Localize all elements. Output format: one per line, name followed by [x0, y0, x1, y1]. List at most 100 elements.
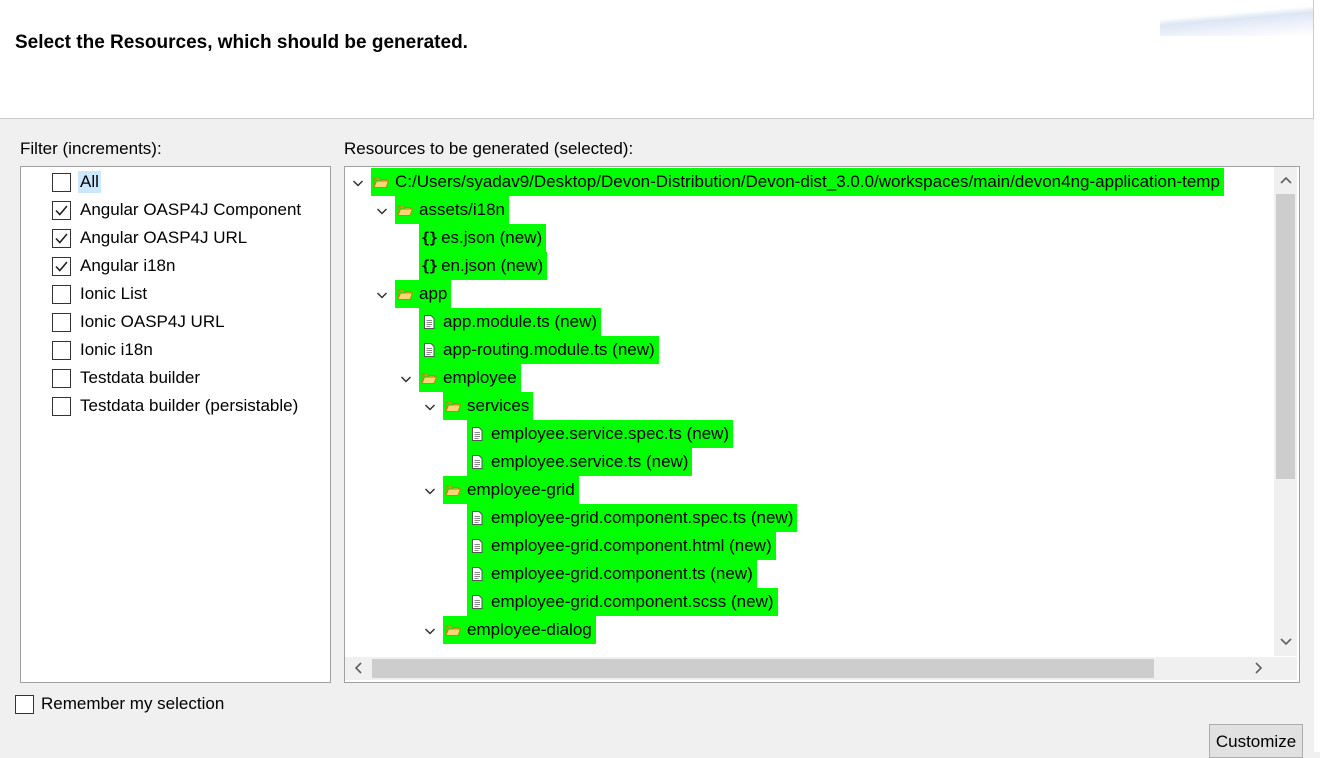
scroll-left-arrow-icon[interactable] — [352, 661, 366, 675]
tree-node[interactable]: {} es.json (new) — [419, 224, 547, 252]
tree-node[interactable]: employee-grid.component.scss (new) — [467, 588, 778, 616]
collapse-chevron-icon[interactable] — [375, 287, 389, 307]
scroll-corner — [1274, 657, 1297, 680]
resources-label: Resources to be generated (selected): — [344, 139, 634, 158]
filter-checkbox[interactable] — [52, 396, 71, 416]
remember-selection-label: Remember my selection — [41, 694, 225, 713]
filter-item-label: Ionic OASP4J URL — [80, 312, 225, 331]
filter-item-label: Angular i18n — [80, 256, 176, 275]
collapse-chevron-icon[interactable] — [375, 203, 389, 223]
resource-tree[interactable]: C:/Users/syadav9/Desktop/Devon-Distribut… — [344, 166, 1300, 683]
tree-node[interactable]: employee.service.spec.ts (new) — [467, 420, 734, 448]
tree-node[interactable]: employee-dialog — [443, 616, 596, 644]
tree-node-label: es.json (new) — [441, 228, 543, 247]
filter-item[interactable]: Angular i18n — [52, 254, 177, 278]
file-icon — [472, 567, 483, 581]
tree-node[interactable]: C:/Users/syadav9/Desktop/Devon-Distribut… — [371, 168, 1224, 196]
tree-node-label: en.json (new) — [441, 256, 544, 275]
tree-node[interactable]: services — [443, 392, 534, 420]
filter-checkbox[interactable] — [52, 284, 71, 304]
tree-node[interactable]: employee-grid.component.html (new) — [467, 532, 776, 560]
collapse-chevron-icon[interactable] — [423, 483, 437, 503]
tree-node-label: assets/i18n — [419, 200, 505, 219]
filter-item-label: Ionic i18n — [80, 340, 153, 359]
json-file-icon: {} — [421, 257, 438, 275]
folder-open-icon — [445, 625, 461, 636]
scroll-up-arrow-icon[interactable] — [1279, 174, 1293, 188]
filter-checkbox[interactable] — [52, 256, 71, 276]
file-icon — [424, 315, 435, 329]
page-title: Select the Resources, which should be ge… — [15, 32, 468, 53]
horizontal-scroll-thumb[interactable] — [372, 659, 1154, 678]
folder-open-icon — [445, 485, 461, 496]
filter-item[interactable]: Testdata builder — [52, 366, 202, 390]
customize-button[interactable]: Customize — [1209, 724, 1303, 758]
window-edge — [1314, 0, 1320, 752]
file-icon — [472, 511, 483, 525]
checkmark-icon — [55, 204, 68, 216]
tree-node-label: employee.service.ts (new) — [491, 452, 689, 471]
file-icon — [472, 455, 483, 469]
tree-node-label: employee.service.spec.ts (new) — [491, 424, 730, 443]
folder-open-icon — [421, 373, 437, 384]
filter-list[interactable]: All Angular OASP4J Component Angular OASP4… — [20, 166, 331, 683]
tree-node-label: app — [419, 284, 448, 303]
tree-node[interactable]: employee — [419, 364, 521, 392]
file-icon — [424, 343, 435, 357]
filter-item[interactable]: All — [52, 170, 101, 194]
filter-item-label: Testdata builder — [80, 368, 201, 387]
tree-node-label: employee-dialog — [467, 620, 592, 639]
filter-checkbox[interactable] — [52, 228, 71, 248]
tree-node-label: services — [467, 396, 530, 415]
collapse-chevron-icon[interactable] — [351, 175, 365, 195]
filter-item-label: All — [78, 171, 101, 193]
file-icon — [472, 539, 483, 553]
collapse-chevron-icon[interactable] — [423, 399, 437, 419]
filter-item[interactable]: Testdata builder (persistable) — [52, 394, 300, 418]
filter-checkbox[interactable] — [52, 172, 71, 192]
tree-node-label: employee-grid.component.scss (new) — [491, 592, 774, 611]
filter-checkbox[interactable] — [52, 312, 71, 332]
tree-node-label: C:/Users/syadav9/Desktop/Devon-Distribut… — [395, 172, 1220, 191]
scroll-right-arrow-icon[interactable] — [1251, 661, 1265, 675]
filter-checkbox[interactable] — [52, 340, 71, 360]
checkmark-icon — [55, 232, 68, 244]
filter-item-label: Angular OASP4J Component — [80, 200, 302, 219]
tree-node-label: app.module.ts (new) — [443, 312, 598, 331]
tree-node[interactable]: app — [395, 280, 452, 308]
tree-node[interactable]: assets/i18n — [395, 196, 509, 224]
folder-open-icon — [397, 289, 413, 300]
filter-item-label: Testdata builder (persistable) — [80, 396, 299, 415]
checkmark-icon — [55, 260, 68, 272]
filter-item[interactable]: Angular OASP4J Component — [52, 198, 303, 222]
filter-item-label: Angular OASP4J URL — [80, 228, 248, 247]
tree-node-label: employee-grid.component.ts (new) — [491, 564, 753, 583]
folder-open-icon — [397, 205, 413, 216]
filter-checkbox[interactable] — [52, 200, 71, 220]
remember-selection-checkbox[interactable]: Remember my selection — [15, 694, 224, 714]
collapse-chevron-icon[interactable] — [399, 371, 413, 391]
filter-item[interactable]: Ionic OASP4J URL — [52, 310, 227, 334]
file-icon — [472, 427, 483, 441]
filter-item[interactable]: Ionic List — [52, 282, 149, 306]
tree-node[interactable]: employee-grid.component.ts (new) — [467, 560, 757, 588]
collapse-chevron-icon[interactable] — [423, 623, 437, 643]
tree-node-label: employee-grid — [467, 480, 575, 499]
tree-node-label: app-routing.module.ts (new) — [443, 340, 655, 359]
vertical-scroll-thumb[interactable] — [1276, 194, 1295, 479]
tree-node-label: employee-grid.component.spec.ts (new) — [491, 508, 794, 527]
tree-node[interactable]: app-routing.module.ts (new) — [419, 336, 659, 364]
tree-node[interactable]: employee-grid — [443, 476, 579, 504]
folder-open-icon — [445, 401, 461, 412]
tree-node[interactable]: employee.service.ts (new) — [467, 448, 693, 476]
json-file-icon: {} — [421, 229, 438, 247]
tree-node[interactable]: app.module.ts (new) — [419, 308, 602, 336]
tree-node[interactable]: employee-grid.component.spec.ts (new) — [467, 504, 798, 532]
tree-node[interactable]: {} en.json (new) — [419, 252, 548, 280]
filter-item[interactable]: Angular OASP4J URL — [52, 226, 249, 250]
filter-checkbox[interactable] — [52, 368, 71, 388]
filter-label: Filter (increments): — [20, 139, 162, 158]
scroll-down-arrow-icon[interactable] — [1279, 634, 1293, 648]
filter-item[interactable]: Ionic i18n — [52, 338, 155, 362]
checkbox-box[interactable] — [15, 694, 34, 714]
